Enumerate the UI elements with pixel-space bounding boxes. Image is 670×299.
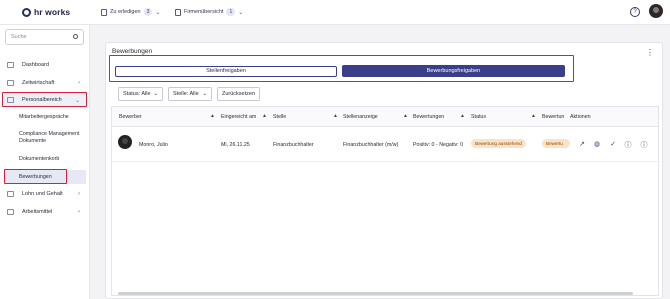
status-filter[interactable]: Status: Alle ⌄ [118, 87, 163, 101]
money-icon [7, 191, 14, 197]
status-badge: Bewertung ausstehend [471, 139, 526, 148]
todo-count-badge: 3 [143, 8, 153, 16]
sidebar-subitem-compliance[interactable]: Compliance Management [4, 131, 86, 137]
sidebar-subitem-compliance-line2[interactable]: Dokumente [4, 138, 86, 144]
col-eingereicht[interactable]: Eingereicht am [221, 114, 256, 120]
sidebar-item-arbeitsmittel[interactable]: Arbeitsmittel › [4, 205, 86, 219]
sidebar-subitem-dokumentenkorb[interactable]: Dokumentenkorb [4, 156, 86, 162]
top-bar: hr works Zu erledigen 3 ⌄ Firmenübersich… [0, 0, 670, 25]
job-ad: Finanzbuchhalter (m/w) [343, 142, 399, 148]
col-stelle[interactable]: Stelle [273, 114, 286, 120]
status-filter-label: Status: Alle [123, 91, 151, 97]
col-bewerber[interactable]: Bewerber [119, 114, 142, 120]
info-icon[interactable]: ⓘ [624, 140, 632, 150]
user-avatar[interactable] [649, 4, 663, 18]
search-input[interactable]: Suche [5, 29, 84, 45]
sort-icon[interactable]: ▲ [460, 113, 465, 119]
table-row[interactable]: Monro, Julio Mi, 26.11.25 Finanzbuchhalt… [112, 128, 658, 162]
chevron-down-icon: ⌄ [155, 9, 161, 16]
details-icon[interactable]: ⓘ [640, 140, 648, 150]
applications-table: Bewerber ▲ Eingereicht am ▲ Stelle ▲ Ste… [111, 106, 659, 296]
company-count-badge: 1 [226, 8, 236, 16]
sidebar-item-label: Arbeitsmittel [22, 209, 53, 215]
position: Finanzbuchhalter [273, 142, 314, 148]
col-bewertung[interactable]: Bewertun [542, 114, 564, 120]
page-title: Bewerbungen [112, 48, 153, 55]
more-options-icon[interactable]: ⋮ [646, 48, 654, 57]
applicant-avatar [118, 135, 132, 149]
todo-menu[interactable]: Zu erledigen 3 ⌄ [101, 8, 160, 16]
sort-icon[interactable]: ▲ [210, 113, 215, 119]
todo-label: Zu erledigen [110, 9, 141, 15]
col-aktionen: Aktionen [570, 114, 591, 120]
sidebar-subitem-mitarbeitergespraeche[interactable]: Mitarbeitergespräche [4, 114, 86, 120]
sidebar-item-label: Dashboard [22, 62, 49, 68]
sidebar-item-zeitwirtschaft[interactable]: Zeitwirtschaft › [4, 76, 86, 90]
chevron-right-icon: › [78, 209, 80, 215]
company-label: Firmenübersicht [184, 9, 224, 15]
approve-check-icon[interactable]: ✓ [609, 140, 617, 148]
table-header: Bewerber ▲ Eingereicht am ▲ Stelle ▲ Ste… [112, 107, 658, 127]
help-icon[interactable]: ? [630, 7, 640, 17]
horizontal-scrollbar[interactable] [118, 292, 633, 295]
search-placeholder: Suche [11, 34, 27, 40]
sidebar-item-label: Lohn und Gehalt [22, 191, 63, 197]
sidebar: Suche Dashboard Zeitwirtschaft › Persona… [0, 25, 90, 299]
dashboard-icon [7, 62, 14, 68]
sort-icon[interactable]: ▲ [333, 113, 338, 119]
rating-badge: Bewertu [542, 139, 570, 148]
clock-icon [7, 80, 14, 86]
col-bewertungen[interactable]: Bewertungen [413, 114, 444, 120]
col-stellenanzeige[interactable]: Stellenanzeige [343, 114, 378, 120]
sidebar-item-dashboard[interactable]: Dashboard [4, 58, 86, 72]
chevron-down-icon: ⌄ [153, 91, 158, 97]
tools-icon [7, 209, 14, 215]
sort-icon[interactable]: ▲ [531, 113, 536, 119]
highlight-freigabe-buttons [109, 55, 574, 82]
hrworks-logo[interactable]: hr works [22, 7, 70, 17]
highlight-bewerbungen [4, 169, 67, 184]
logo-mark-icon [22, 7, 31, 17]
open-external-icon[interactable]: ↗ [578, 140, 586, 148]
building-icon [175, 8, 181, 16]
company-menu[interactable]: Firmenübersicht 1 ⌄ [175, 8, 243, 16]
logo-text: hr works [34, 7, 71, 17]
sidebar-item-label: Zeitwirtschaft [22, 80, 55, 86]
globe-icon[interactable]: ◍ [593, 140, 601, 148]
search-icon [73, 34, 78, 39]
applicant-name[interactable]: Monro, Julio [139, 142, 168, 148]
submitted-date: Mi, 26.11.25 [221, 142, 250, 148]
checklist-icon [101, 8, 107, 16]
sort-icon[interactable]: ▲ [262, 113, 267, 119]
stelle-filter[interactable]: Stelle: Alle ⌄ [168, 87, 212, 101]
chevron-down-icon: ⌄ [238, 9, 244, 16]
col-status[interactable]: Status [471, 114, 486, 120]
highlight-personalbereich [2, 92, 87, 107]
ratings-summary: Positiv: 0 - Negativ: 0 [413, 142, 464, 148]
chevron-right-icon: › [78, 191, 80, 197]
sort-icon[interactable]: ▲ [403, 113, 408, 119]
sidebar-item-lohn-und-gehalt[interactable]: Lohn und Gehalt › [4, 187, 86, 201]
chevron-right-icon: › [78, 80, 80, 86]
reset-button[interactable]: Zurücksetzen [217, 87, 260, 101]
chevron-down-icon: ⌄ [202, 91, 207, 97]
stelle-filter-label: Stelle: Alle [173, 91, 199, 97]
